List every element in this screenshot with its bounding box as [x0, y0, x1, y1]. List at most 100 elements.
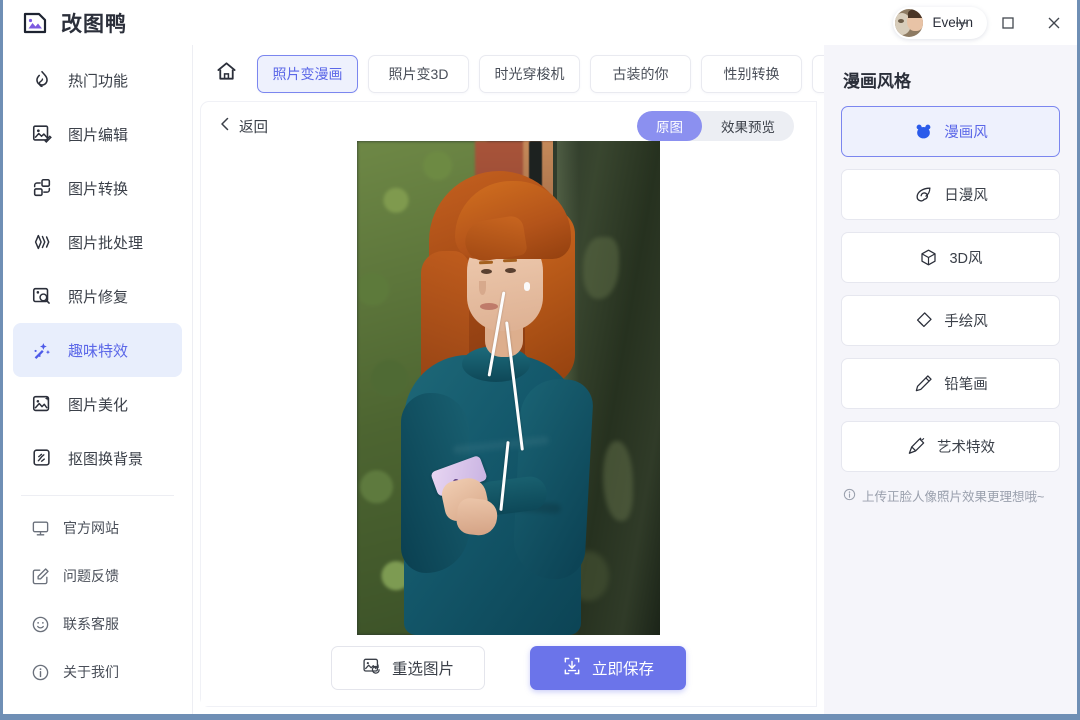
style-item-comic[interactable]: 漫画风: [841, 106, 1060, 157]
sidebar: 热门功能 图片编辑 图片转换 图片批处理 照片修复 趣味特效 图片美化 抠图换背…: [3, 45, 193, 714]
style-item-3d[interactable]: 3D风: [841, 232, 1060, 283]
sidebar-item-label: 热门功能: [68, 72, 129, 90]
sidebar-item-hot-features[interactable]: 热门功能: [13, 53, 182, 107]
sidebar-footer-label: 问题反馈: [63, 568, 119, 584]
save-label: 立即保存: [591, 661, 654, 678]
tab-ancient-costume[interactable]: 古装的你: [590, 54, 691, 93]
image-edit-icon: [30, 122, 54, 146]
sidebar-item-label: 抠图换背景: [68, 450, 144, 468]
sidebar-item-image-edit[interactable]: 图片编辑: [13, 107, 182, 161]
action-bar: 重选图片 立即保存: [201, 630, 816, 706]
style-panel: 漫画风格 漫画风 日漫风 3D风 手绘风 铅笔画 艺术特效 上传正脸人像照片效果…: [824, 45, 1077, 714]
save-button[interactable]: 立即保存: [530, 646, 686, 690]
info-circle-icon: [843, 488, 856, 504]
flame-icon: [30, 68, 54, 92]
art-brush-icon: [906, 437, 926, 457]
body-row: 热门功能 图片编辑 图片转换 图片批处理 照片修复 趣味特效 图片美化 抠图换背…: [3, 45, 1077, 714]
sidebar-item-contact-support[interactable]: 联系客服: [13, 600, 182, 648]
back-button[interactable]: 返回: [211, 111, 276, 142]
style-item-label: 日漫风: [944, 188, 988, 204]
tab-time-machine[interactable]: 时光穿梭机: [479, 54, 580, 93]
style-item-label: 手绘风: [944, 314, 988, 330]
style-item-label: 艺术特效: [937, 440, 995, 456]
sidebar-footer-nav: 官方网站 问题反馈 联系客服 关于我们: [3, 502, 192, 696]
photo-preview[interactable]: [357, 141, 660, 635]
style-item-label: 漫画风: [944, 125, 988, 141]
image-logo-icon: [21, 8, 51, 38]
sidebar-footer-label: 官方网站: [63, 520, 119, 536]
magic-wand-icon: [30, 338, 54, 362]
tab-photo-to-comic[interactable]: 照片变漫画: [257, 54, 358, 93]
sidebar-item-photo-repair[interactable]: 照片修复: [13, 269, 182, 323]
sidebar-footer-label: 联系客服: [63, 616, 119, 632]
back-label: 返回: [239, 119, 268, 136]
close-button[interactable]: [1031, 0, 1077, 45]
home-button[interactable]: [209, 57, 243, 91]
view-toggle-original[interactable]: 原图: [637, 111, 702, 141]
pencil-icon: [913, 374, 933, 394]
sidebar-item-label: 趣味特效: [68, 342, 129, 360]
style-list: 漫画风 日漫风 3D风 手绘风 铅笔画 艺术特效: [841, 106, 1060, 472]
tab-label: 照片变漫画: [272, 65, 343, 82]
tab-label: 性别转换: [723, 65, 780, 82]
reselect-image-button[interactable]: 重选图片: [331, 646, 485, 690]
image-beautify-icon: [30, 392, 54, 416]
style-item-pencil-drawing[interactable]: 铅笔画: [841, 358, 1060, 409]
style-panel-hint: 上传正脸人像照片效果更理想哦~: [841, 486, 1060, 505]
sidebar-item-label: 图片美化: [68, 396, 129, 414]
sidebar-item-batch-process[interactable]: 图片批处理: [13, 215, 182, 269]
reselect-image-icon: [362, 656, 382, 681]
tab-gender-swap[interactable]: 性别转换: [701, 54, 802, 93]
style-item-japanese-anime[interactable]: 日漫风: [841, 169, 1060, 220]
reselect-image-label: 重选图片: [391, 661, 454, 678]
cutout-background-icon: [30, 446, 54, 470]
monitor-icon: [30, 518, 50, 538]
photo-canvas: [201, 141, 816, 635]
style-item-label: 铅笔画: [944, 377, 988, 393]
sidebar-main-nav: 热门功能 图片编辑 图片转换 图片批处理 照片修复 趣味特效 图片美化 抠图换背…: [3, 53, 192, 485]
sidebar-item-label: 图片批处理: [68, 234, 144, 252]
window-controls: [939, 0, 1077, 45]
smiley-support-icon: [30, 614, 50, 634]
sidebar-item-about-us[interactable]: 关于我们: [13, 648, 182, 696]
tab-label: 照片变3D: [388, 65, 449, 82]
leaf-swirl-icon: [913, 185, 933, 205]
info-icon: [30, 662, 50, 682]
sidebar-item-image-beautify[interactable]: 图片美化: [13, 377, 182, 431]
sidebar-item-label: 图片编辑: [68, 126, 129, 144]
pen-nib-icon: [913, 311, 933, 331]
photo-repair-icon: [30, 284, 54, 308]
style-item-art-effect[interactable]: 艺术特效: [841, 421, 1060, 472]
title-bar: 改图鸭 Evelyn: [3, 0, 1077, 45]
brand: 改图鸭: [3, 8, 193, 38]
app-window: 改图鸭 Evelyn 热门功能 图片编辑 图片转换 图片批处理 照片修复 趣味特…: [0, 0, 1080, 720]
view-toggle: 原图 效果预览: [637, 111, 794, 141]
style-panel-title: 漫画风格: [843, 72, 911, 91]
sidebar-divider: [21, 495, 174, 496]
center-column: 照片变漫画 照片变3D 时光穿梭机 古装的你 性别转换 换妆容: [193, 45, 913, 714]
style-item-hand-drawn[interactable]: 手绘风: [841, 295, 1060, 346]
brand-name: 改图鸭: [61, 12, 127, 36]
sidebar-item-cutout-background[interactable]: 抠图换背景: [13, 431, 182, 485]
feedback-icon: [30, 566, 50, 586]
view-toggle-preview[interactable]: 效果预览: [702, 111, 794, 141]
cube-icon: [918, 248, 938, 268]
view-toggle-label: 原图: [656, 120, 683, 135]
tab-label: 古装的你: [612, 65, 669, 82]
tab-bar: 照片变漫画 照片变3D 时光穿梭机 古装的你 性别转换 换妆容: [193, 45, 913, 102]
tab-label: 时光穿梭机: [494, 65, 565, 82]
sidebar-item-fun-effects[interactable]: 趣味特效: [13, 323, 182, 377]
sidebar-item-image-convert[interactable]: 图片转换: [13, 161, 182, 215]
sidebar-item-feedback[interactable]: 问题反馈: [13, 552, 182, 600]
tab-photo-to-3d[interactable]: 照片变3D: [368, 54, 469, 93]
avatar: [895, 8, 924, 37]
batch-process-icon: [30, 230, 54, 254]
sidebar-item-official-website[interactable]: 官方网站: [13, 504, 182, 552]
minimize-button[interactable]: [939, 0, 985, 45]
home-icon: [215, 60, 238, 88]
convert-icon: [30, 176, 54, 200]
workspace: 返回 原图 效果预览 重选图片 立即保存: [201, 102, 816, 706]
sidebar-footer-label: 关于我们: [63, 664, 119, 680]
maximize-button[interactable]: [985, 0, 1031, 45]
style-panel-hint-text: 上传正脸人像照片效果更理想哦~: [862, 490, 1045, 504]
